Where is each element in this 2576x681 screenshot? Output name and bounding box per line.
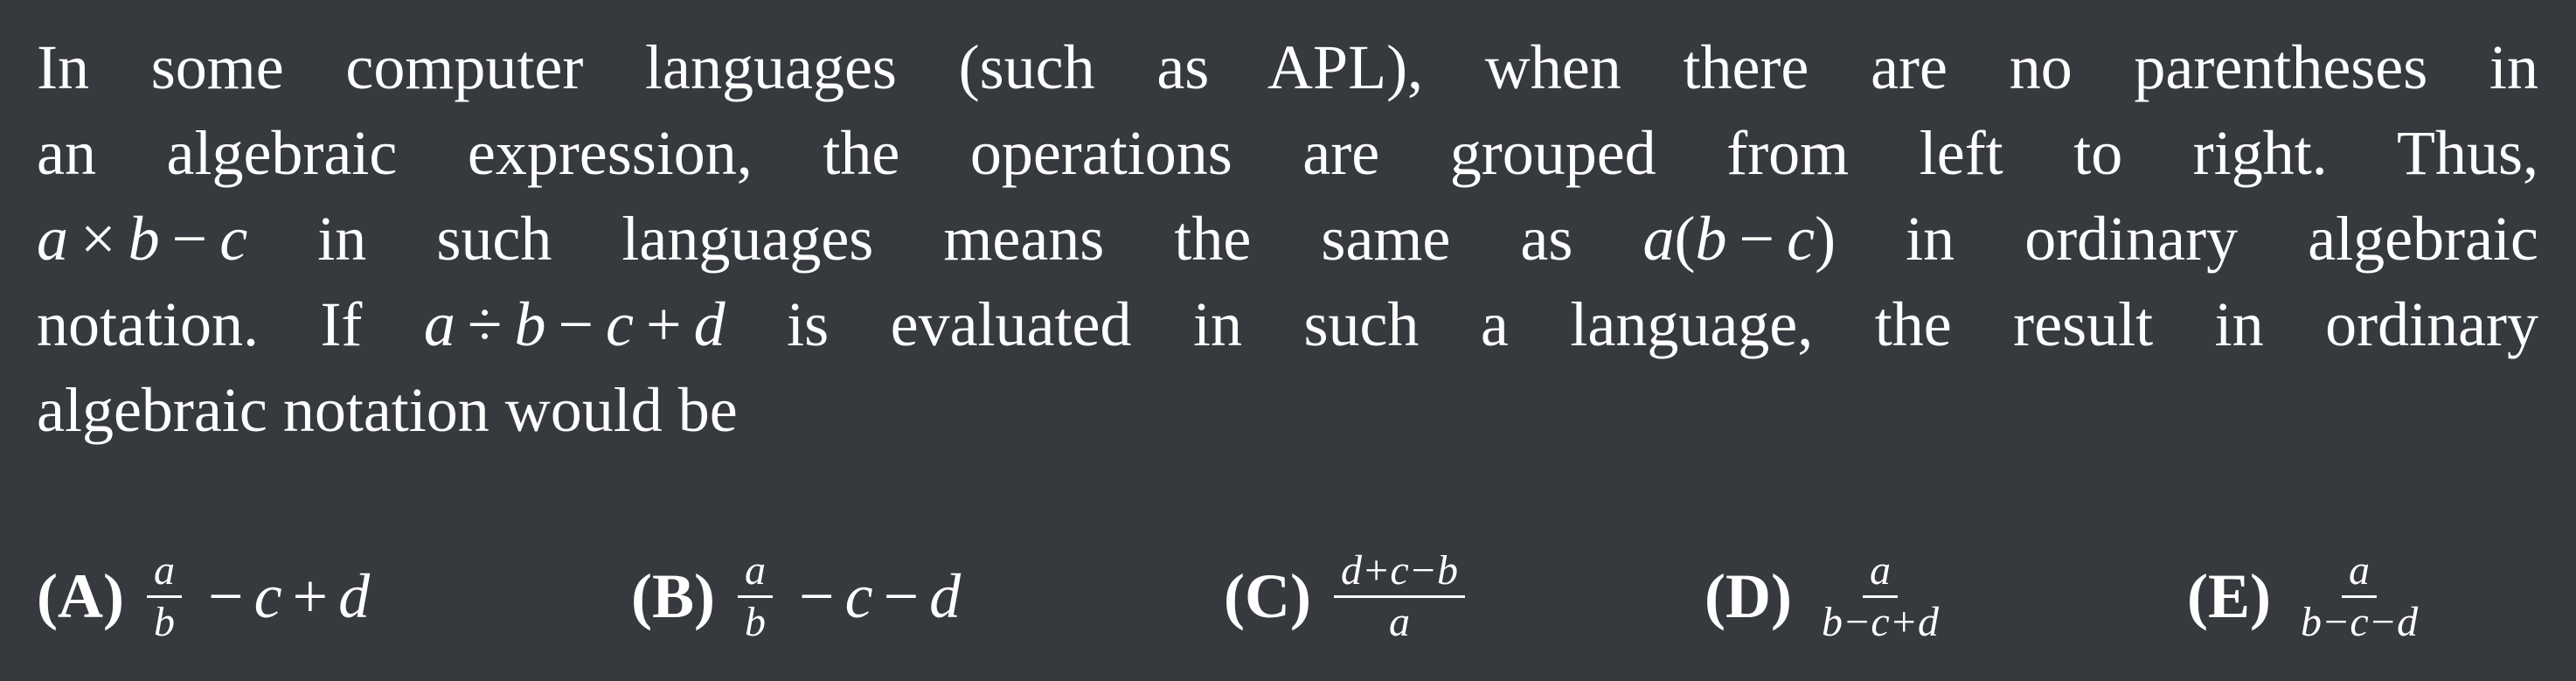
math-expression-a-div-b-minus-c-plus-d: a ÷ b − c + d: [423, 289, 726, 359]
denominator: b−c+d: [1821, 598, 1940, 645]
problem-page: In some computer languages (such as APL)…: [0, 0, 2576, 681]
choice-label: (C): [1224, 560, 1311, 631]
problem-text: in such languages means the same as: [317, 204, 1573, 274]
problem-line-2: an algebraic expression, the operations …: [37, 118, 2538, 188]
denominator: a: [1389, 598, 1410, 645]
numerator: a: [737, 549, 773, 598]
math-expression-a-b-minus-c: a(b − c): [1642, 204, 1837, 274]
expression-tail: − c + d: [207, 560, 371, 631]
choice-label: (A): [37, 560, 124, 631]
answer-choices: (A) a b − c + d (B) a b − c − d (C) d+c−…: [37, 544, 2538, 649]
fraction: d+c−b a: [1333, 549, 1466, 645]
choice-expression: a b − c + d: [146, 549, 371, 645]
problem-text: is evaluated in such a language, the res…: [787, 289, 2539, 359]
choice-label: (D): [1705, 560, 1792, 631]
problem-line-4: notation. If a ÷ b − c + d is evaluated in suc…: [37, 281, 2538, 367]
choice-a[interactable]: (A) a b − c + d: [37, 544, 370, 649]
fraction: a b: [737, 549, 773, 645]
numerator: d+c−b: [1333, 549, 1466, 598]
problem-line-3: a × b − c in such languages means the same a…: [37, 196, 2538, 281]
choice-expression: a b − c − d: [737, 549, 962, 645]
fraction: a b−c−d: [2294, 549, 2425, 645]
choice-c[interactable]: (C) d+c−b a: [1224, 544, 1466, 649]
choice-d[interactable]: (D) a b−c+d: [1705, 544, 1946, 649]
problem-line-5: algebraic notation would be: [37, 375, 738, 445]
problem-text: notation. If: [37, 289, 363, 359]
denominator: b: [153, 598, 175, 645]
choice-e[interactable]: (E) a b−c−d: [2187, 544, 2425, 649]
numerator: a: [2342, 549, 2378, 598]
fraction: a b: [146, 549, 182, 645]
choice-label: (E): [2187, 560, 2271, 631]
numerator: a: [146, 549, 182, 598]
expression-tail: − c − d: [798, 560, 962, 631]
problem-statement: In some computer languages (such as APL)…: [37, 24, 2538, 453]
numerator: a: [1863, 549, 1898, 598]
denominator: b: [744, 598, 766, 645]
math-expression-a-times-b-minus-c: a × b − c: [37, 204, 248, 274]
denominator: b−c−d: [2300, 598, 2419, 645]
fraction: a b−c+d: [1815, 549, 1946, 645]
problem-text: in ordinary algebraic: [1906, 204, 2539, 274]
problem-line-1: In some computer languages (such as APL)…: [37, 32, 2538, 102]
choice-b[interactable]: (B) a b − c − d: [631, 544, 961, 649]
choice-label: (B): [631, 560, 715, 631]
